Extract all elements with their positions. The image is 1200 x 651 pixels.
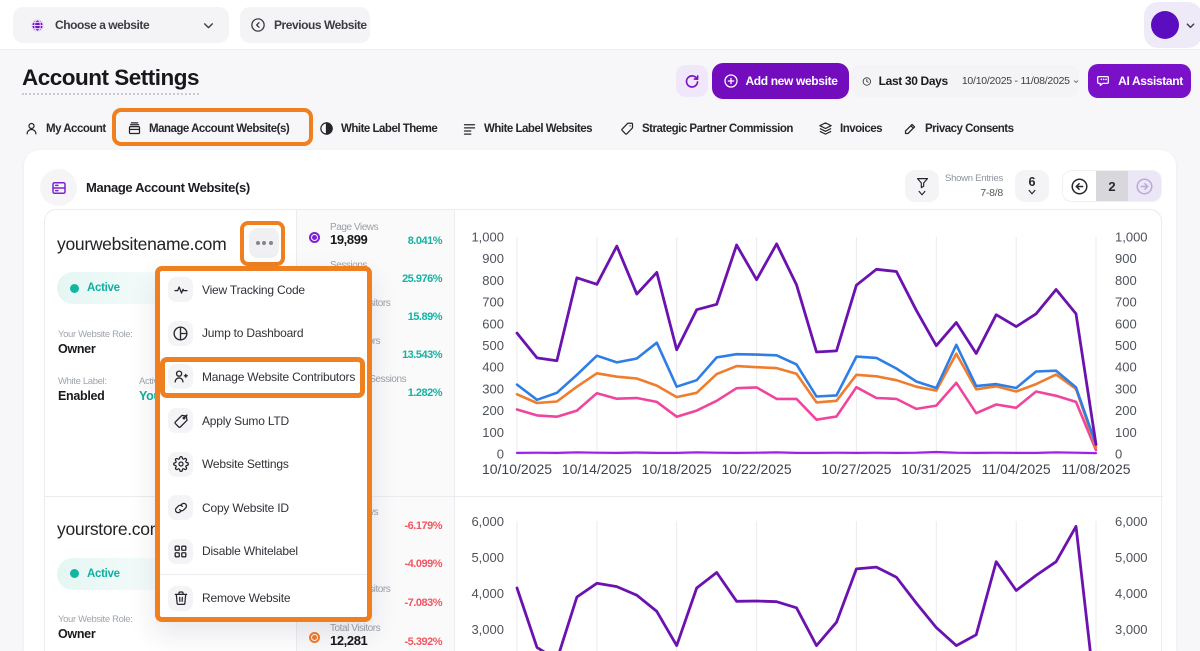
- svg-text:600: 600: [1115, 316, 1137, 331]
- svg-text:100: 100: [1115, 425, 1137, 440]
- svg-text:11/04/2025: 11/04/2025: [982, 461, 1051, 477]
- svg-text:10/27/2025: 10/27/2025: [821, 461, 891, 477]
- svg-text:300: 300: [1115, 381, 1137, 396]
- svg-text:1,000: 1,000: [1115, 230, 1148, 245]
- svg-text:0: 0: [1115, 447, 1122, 462]
- svg-text:10/18/2025: 10/18/2025: [642, 461, 712, 477]
- svg-text:4,000: 4,000: [471, 586, 504, 601]
- svg-text:100: 100: [482, 425, 504, 440]
- svg-text:200: 200: [1115, 403, 1137, 418]
- svg-text:900: 900: [1115, 251, 1137, 266]
- svg-text:700: 700: [482, 295, 504, 310]
- svg-text:1,000: 1,000: [471, 230, 504, 245]
- svg-text:5,000: 5,000: [471, 550, 504, 565]
- svg-text:800: 800: [482, 273, 504, 288]
- svg-text:400: 400: [482, 360, 504, 375]
- svg-text:600: 600: [482, 316, 504, 331]
- svg-text:10/14/2025: 10/14/2025: [562, 461, 632, 477]
- svg-text:500: 500: [482, 338, 504, 353]
- svg-text:700: 700: [1115, 295, 1137, 310]
- svg-text:10/31/2025: 10/31/2025: [901, 461, 971, 477]
- svg-text:4,000: 4,000: [1115, 586, 1148, 601]
- svg-text:200: 200: [482, 403, 504, 418]
- svg-text:3,000: 3,000: [471, 622, 504, 637]
- svg-text:11/08/2025: 11/08/2025: [1061, 461, 1130, 477]
- svg-text:0: 0: [497, 447, 504, 462]
- svg-text:3,000: 3,000: [1115, 622, 1148, 637]
- svg-text:10/22/2025: 10/22/2025: [722, 461, 792, 477]
- svg-text:800: 800: [1115, 273, 1137, 288]
- svg-text:500: 500: [1115, 338, 1137, 353]
- svg-text:6,000: 6,000: [1115, 514, 1148, 529]
- svg-text:300: 300: [482, 381, 504, 396]
- svg-text:6,000: 6,000: [471, 514, 504, 529]
- svg-text:400: 400: [1115, 360, 1137, 375]
- svg-text:900: 900: [482, 251, 504, 266]
- svg-text:10/10/2025: 10/10/2025: [482, 461, 552, 477]
- svg-text:5,000: 5,000: [1115, 550, 1148, 565]
